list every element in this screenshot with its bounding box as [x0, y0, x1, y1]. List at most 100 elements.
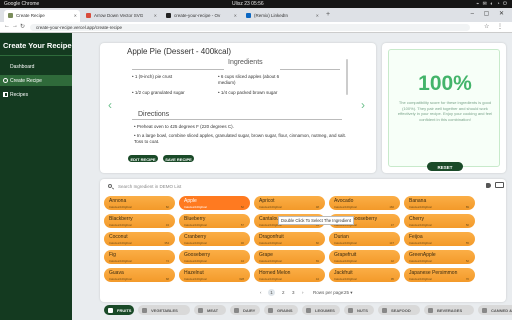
- ingredient-chip[interactable]: Apricot Calories/100gKcal 48: [254, 196, 325, 210]
- ingredient-chip[interactable]: Coconut Calories/100gKcal 354: [104, 232, 175, 246]
- prev-page-button[interactable]: ‹: [260, 290, 262, 295]
- rows-per-page-select[interactable]: 25 ▾: [344, 290, 353, 296]
- ingredient-name: Dragonfruit: [259, 234, 284, 240]
- keyboard-icon[interactable]: [495, 182, 504, 188]
- ingredient-chip[interactable]: Guava Calories/100gKcal 68: [104, 268, 175, 282]
- category-chip[interactable]: GRAINS: [264, 305, 298, 315]
- edit-recipe-button[interactable]: EDIT RECIPE: [128, 155, 158, 162]
- category-label: GRAINS: [277, 308, 293, 313]
- ingredient-calorie-value: 70: [465, 276, 469, 281]
- ingredient-chip[interactable]: Blackberry Calories/100gKcal 43: [104, 214, 175, 228]
- search-input[interactable]: Search Ingredient in DEMO List: [104, 182, 464, 191]
- ingredient-chip[interactable]: Cherry Calories/100gKcal 50: [404, 214, 475, 228]
- address-bar[interactable]: create-your-recipe.vercel.app/create-rec…: [30, 24, 470, 31]
- ingredient-chip[interactable]: GreenApple Calories/100gKcal 52: [404, 250, 475, 264]
- ingredient-chip[interactable]: Feijoa Calories/100gKcal 55: [404, 232, 475, 246]
- reload-icon[interactable]: ↻: [20, 23, 25, 30]
- category-chip[interactable]: MEAT: [194, 305, 226, 315]
- ingredient-name: Gooseberry: [184, 252, 211, 258]
- ingredient-chip[interactable]: Cranberry Calories/100gKcal 46: [179, 232, 250, 246]
- divider: [132, 69, 224, 70]
- category-chip[interactable]: LEGUMES: [302, 305, 340, 315]
- browser-menu-icons[interactable]: ☆ ⋮: [484, 23, 506, 30]
- ingredient-calorie-label: Calories/100gKcal: [334, 240, 357, 245]
- tab-close-icon[interactable]: ✕: [154, 13, 157, 18]
- sidebar-title: Create Your Recipe: [3, 41, 72, 50]
- reset-button[interactable]: RESET: [427, 162, 463, 171]
- browser-tab-linkedin[interactable]: (Remix) LinkedIn ✕: [242, 10, 322, 22]
- ingredient-line: • 1/2 cup granulated sugar: [132, 90, 185, 95]
- ingredient-chip[interactable]: Apple Calories/100gKcal 52: [179, 196, 250, 210]
- ingredient-chip[interactable]: Gooseberry Calories/100gKcal 44: [179, 250, 250, 264]
- divider: [132, 119, 342, 120]
- tab-close-icon[interactable]: ✕: [234, 13, 237, 18]
- next-page-button[interactable]: ›: [302, 290, 304, 295]
- os-tray-icons[interactable]: ⌁ ✉ ◐ ◔ ⏻: [476, 1, 508, 7]
- recipe-scroll-area[interactable]: Ingredients • 1 (9-inch) pie crust • 6 c…: [122, 59, 348, 149]
- category-chip[interactable]: CANNED &: [478, 305, 512, 315]
- ingredient-chip[interactable]: Japanese Persimmon Calories/100gKcal 70: [404, 268, 475, 282]
- ingredient-calorie-label: Calories/100gKcal: [184, 222, 207, 227]
- sidebar-item-dashboard[interactable]: Dashboard: [0, 61, 384, 168]
- browser-tab-arrow-svg[interactable]: Arrow Down Vector SVG ✕: [82, 10, 160, 22]
- ingredient-name: GreenApple: [409, 252, 436, 258]
- category-label: SEAFOOD: [391, 308, 411, 313]
- tag-icon[interactable]: [486, 183, 491, 188]
- new-tab-icon[interactable]: +: [326, 11, 330, 18]
- ingredient-calorie-label: Calories/100gKcal: [409, 276, 432, 281]
- plus-circle-icon: [3, 78, 8, 83]
- ingredient-chip[interactable]: Grape Calories/100gKcal 69: [254, 250, 325, 264]
- ingredient-name: Hazelnut: [184, 270, 204, 276]
- os-top-bar: Google Chrome Ulisz 23 05:56 ⌁ ✉ ◐ ◔ ⏻: [0, 0, 512, 8]
- tab-close-icon[interactable]: ✕: [316, 13, 319, 18]
- browser-toolbar: ← → ↻ create-your-recipe.vercel.app/crea…: [0, 22, 512, 33]
- ingredient-calorie-label: Calories/100gKcal: [409, 258, 432, 263]
- ingredient-chip[interactable]: Avocado Calories/100gKcal 160: [329, 196, 400, 210]
- ingredient-calorie-value: 48: [315, 204, 319, 209]
- scrollbar-thumb[interactable]: [346, 59, 348, 95]
- ingredient-name: Annona: [109, 198, 127, 204]
- search-placeholder: Search Ingredient in DEMO List: [118, 184, 182, 189]
- sidebar-item-create-recipe[interactable]: Create Recipe: [0, 75, 72, 86]
- ingredient-chip[interactable]: Horned Melon Calories/100gKcal 44: [254, 268, 325, 282]
- browser-tab-vercel[interactable]: create-your-recipe - Ov ✕: [162, 10, 240, 22]
- category-chip[interactable]: FRUITS: [104, 305, 134, 315]
- category-chip[interactable]: VEGETABLES: [138, 305, 190, 315]
- ingredient-chip[interactable]: Hazelnut Calories/100gKcal 628: [179, 268, 250, 282]
- address-bar-url: create-your-recipe.vercel.app/create-rec…: [36, 25, 123, 30]
- window-controls[interactable]: – ▢ ✕: [471, 10, 508, 17]
- category-chip[interactable]: SEAFOOD: [378, 305, 420, 315]
- category-label: FRUITS: [117, 308, 132, 313]
- browser-tab-strip: Create Recipe ✕ Arrow Down Vector SVG ✕ …: [0, 8, 512, 22]
- browser-tab-create-recipe[interactable]: Create Recipe ✕: [4, 10, 80, 22]
- ingredient-chip[interactable]: Blueberry Calories/100gKcal 57: [179, 214, 250, 228]
- directions-heading: Directions: [138, 111, 170, 118]
- os-clock[interactable]: Ulisz 23 05:56: [232, 1, 264, 7]
- sidebar-item-label: Dashboard: [10, 64, 35, 70]
- chevron-left-icon[interactable]: ‹: [108, 98, 112, 112]
- ingredient-name: Banana: [409, 198, 427, 204]
- sidebar-item-recipes[interactable]: Recipes: [0, 89, 72, 100]
- category-chip[interactable]: BEVERAGES: [424, 305, 474, 315]
- category-filter-bar: FRUITS VEGETABLES MEAT DAIRY GRAINS LEGUMES NU…: [100, 305, 512, 317]
- forward-icon[interactable]: →: [12, 23, 18, 29]
- ingredient-chip[interactable]: Fig Calories/100gKcal 74: [104, 250, 175, 264]
- chevron-right-icon[interactable]: ›: [361, 98, 365, 112]
- page-2-button[interactable]: 2: [282, 290, 285, 295]
- tab-title: (Remix) LinkedIn: [254, 13, 289, 18]
- category-chip[interactable]: DAIRY: [230, 305, 260, 315]
- category-chip[interactable]: NUTS: [344, 305, 374, 315]
- save-recipe-button[interactable]: SAVE RECIPE: [163, 155, 194, 162]
- tab-close-icon[interactable]: ✕: [74, 13, 77, 18]
- ingredient-chip[interactable]: Dragonfruit Calories/100gKcal 60: [254, 232, 325, 246]
- ingredient-calorie-label: Calories/100gKcal: [259, 258, 282, 263]
- ingredient-chip[interactable]: Banana Calories/100gKcal 89: [404, 196, 475, 210]
- ingredient-chip[interactable]: Annona Calories/100gKcal 82: [104, 196, 175, 210]
- ingredient-chip[interactable]: Durian Calories/100gKcal 147: [329, 232, 400, 246]
- page-3-button[interactable]: 3: [292, 290, 295, 295]
- ingredient-chip[interactable]: Jackfruit Calories/100gKcal 95: [329, 268, 400, 282]
- ingredient-chip[interactable]: Grapefruit Calories/100gKcal 42: [329, 250, 400, 264]
- back-icon[interactable]: ←: [4, 23, 10, 29]
- category-icon: [268, 307, 273, 313]
- page-1-button[interactable]: 1: [268, 289, 275, 296]
